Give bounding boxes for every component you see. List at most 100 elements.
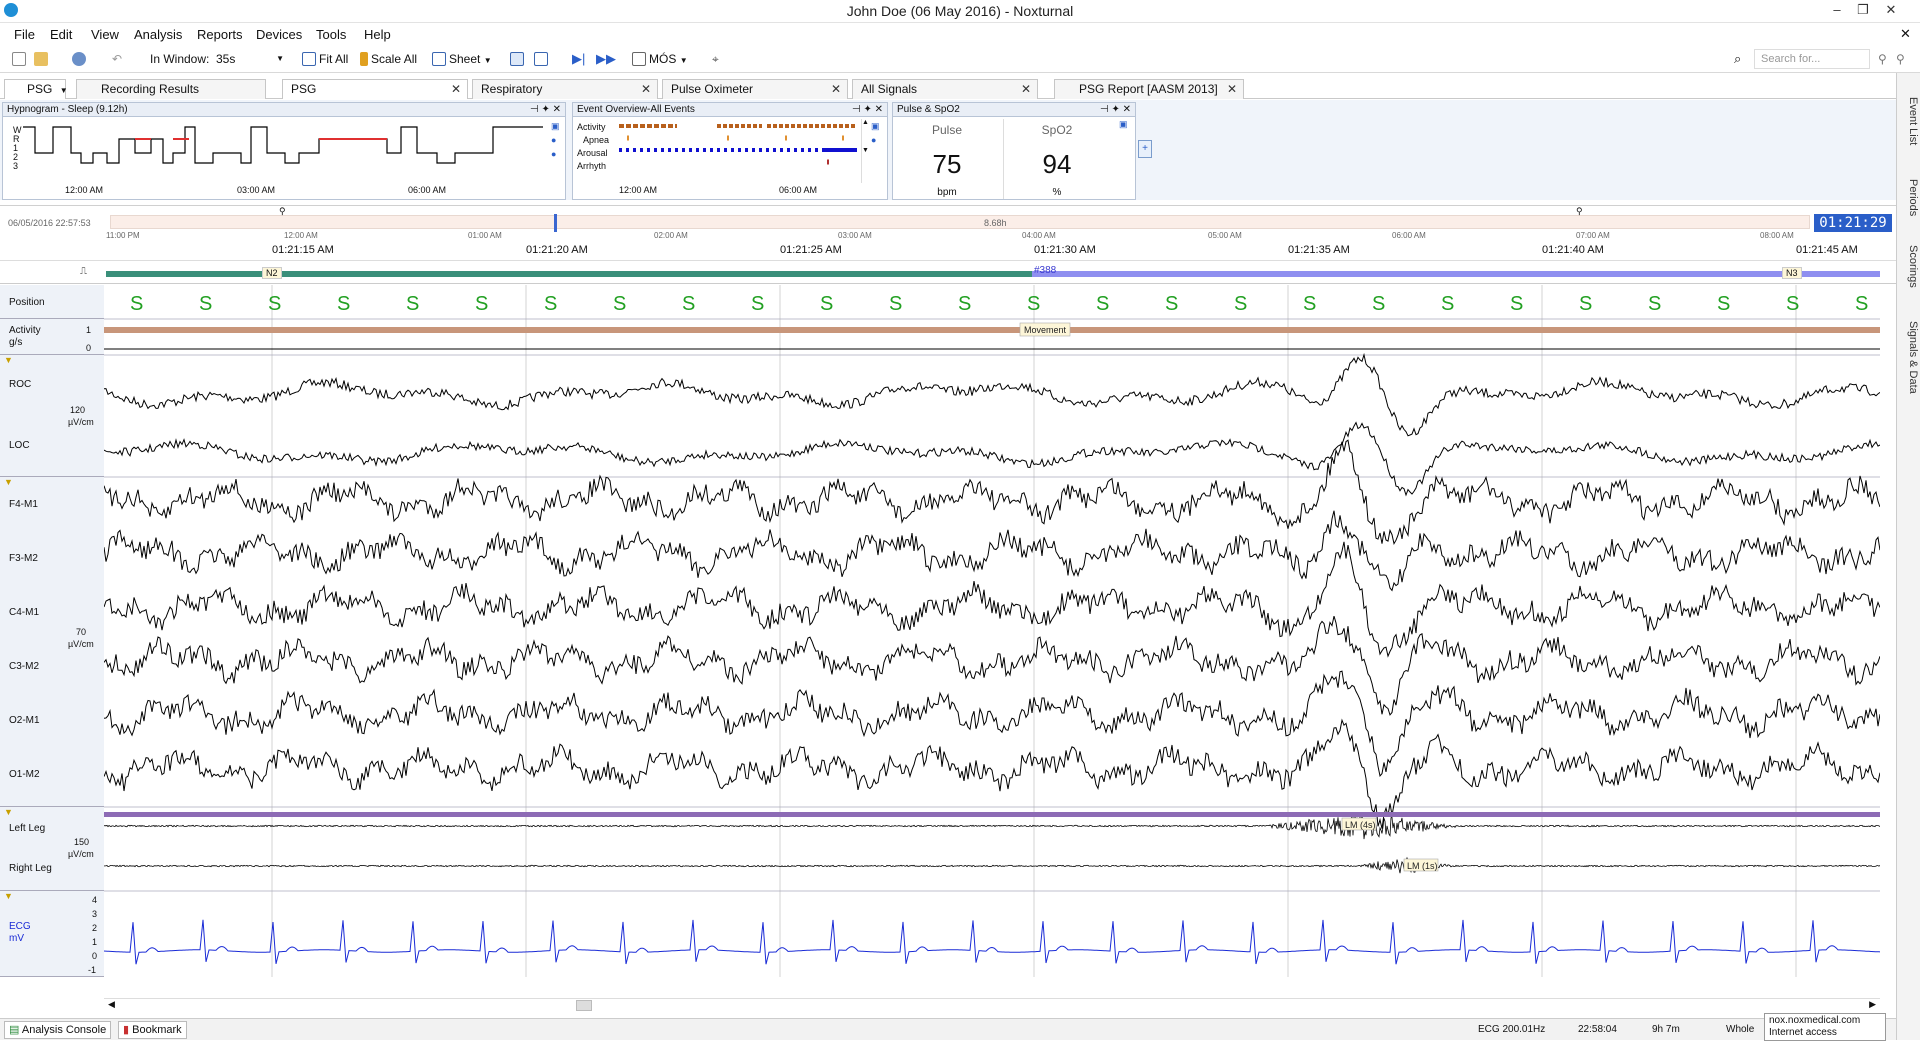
scale-all-button[interactable]: Scale All xyxy=(360,50,417,68)
menu-reports[interactable]: Reports xyxy=(197,27,243,42)
pointer-icon[interactable]: ⌖ xyxy=(712,50,719,68)
eeg-scale: 70 xyxy=(76,627,87,637)
new-icon[interactable] xyxy=(12,50,29,68)
event-list-tab[interactable]: Event List xyxy=(1899,79,1919,155)
position-marker: S xyxy=(1096,293,1109,315)
timeline-window-marker[interactable] xyxy=(554,214,557,232)
close-icon[interactable]: ✕ xyxy=(451,80,461,98)
time-label: 01:21:45 AM xyxy=(1796,244,1858,256)
position-marker: S xyxy=(1027,293,1040,315)
scroll-left-icon[interactable]: ◀ xyxy=(108,999,115,1010)
menu-file[interactable]: File xyxy=(14,27,35,42)
hypnogram-chart[interactable] xyxy=(23,123,543,179)
status-whole[interactable]: Whole xyxy=(1726,1024,1754,1035)
layout-horizontal-icon[interactable] xyxy=(534,50,551,68)
pulse-side-tools[interactable]: ▣ xyxy=(1119,119,1133,130)
tab-respiratory[interactable]: Respiratory ✕ xyxy=(472,79,658,99)
close-button[interactable]: ✕ xyxy=(1880,2,1902,20)
leg-channel-label: Right Leg xyxy=(9,863,52,874)
tab-all-signals[interactable]: All Signals ✕ xyxy=(852,79,1038,99)
mos-button[interactable]: MÓS ▼ xyxy=(632,50,688,68)
fast-forward-icon[interactable]: ▶▶ xyxy=(596,50,616,68)
eeg-trace xyxy=(104,439,1880,545)
menu-help[interactable]: Help xyxy=(364,27,391,42)
sheet-button[interactable]: Sheet ▼ xyxy=(432,50,492,68)
eeg-group: ▼ F4-M1 F3-M2 C4-M1 C3-M2 O2-M1 O1-M2 70… xyxy=(0,477,104,807)
patient-icon[interactable] xyxy=(72,50,89,68)
psg-selector[interactable]: PSG ▼ xyxy=(4,79,68,99)
menu-tools[interactable]: Tools xyxy=(316,27,346,42)
close-icon[interactable]: ✕ xyxy=(641,80,651,98)
recording-start: 06/05/2016 22:57:53 xyxy=(8,218,91,228)
channel-labels: Position Activity g/s 1 0 ▼ ROC LOC 120 … xyxy=(0,285,104,977)
scale-all-icon xyxy=(360,52,368,66)
menu-edit[interactable]: Edit xyxy=(50,27,72,42)
close-icon[interactable]: ✕ xyxy=(1021,80,1031,98)
sleep-stage-bar[interactable]: ⎍ N2 #388 N3 xyxy=(0,262,1896,284)
nav-tick: 06:00 AM xyxy=(1392,231,1426,240)
scorings-tab[interactable]: Scorings xyxy=(1899,227,1919,297)
scroll-right-icon[interactable]: ▶ xyxy=(1869,999,1876,1010)
tab-recording-results[interactable]: Recording Results xyxy=(76,79,266,99)
tab-label: PSG xyxy=(291,82,317,96)
sheet-label: Sheet xyxy=(449,52,481,66)
menu-view[interactable]: View xyxy=(91,27,119,42)
filter-icon[interactable]: ▼ xyxy=(4,807,13,817)
close-icon[interactable]: ⊣ ✦ ✕ xyxy=(1100,103,1131,116)
nav-tick: 08:00 AM xyxy=(1760,231,1794,240)
in-window-select[interactable]: 35s ▼ xyxy=(216,50,284,68)
tab-label: All Signals xyxy=(861,82,918,96)
event-scrollbar[interactable]: ▲ ▼ xyxy=(861,119,869,183)
open-folder-icon[interactable] xyxy=(34,50,51,68)
binoculars-next-icon[interactable]: ⚲ xyxy=(1896,50,1905,68)
position-marker: S xyxy=(958,293,971,315)
add-panel-button[interactable]: + xyxy=(1138,140,1152,158)
close-icon[interactable]: ✕ xyxy=(1227,80,1237,98)
filter-icon[interactable]: ▼ xyxy=(4,355,13,365)
tab-label: Respiratory xyxy=(481,82,543,96)
close-icon[interactable]: ⊣ ✦ ✕ xyxy=(530,103,561,116)
timeline-pin-icon: ⚲ xyxy=(279,206,286,216)
activity-scale-top: 1 xyxy=(86,325,92,335)
periods-tab[interactable]: Periods xyxy=(1899,161,1919,221)
position-marker: S xyxy=(1441,293,1454,315)
signal-plot[interactable]: S S S S S S S S S S S S S S S S S S S S S S S S S S Movement LM (… xyxy=(104,285,1880,977)
event-overview-chart[interactable] xyxy=(617,119,865,175)
hypnogram-title: Hypnogram - Sleep (9.12h) xyxy=(7,104,128,115)
tab-pulse-oximeter[interactable]: Pulse Oximeter ✕ xyxy=(662,79,848,99)
pulse-spo2-title: Pulse & SpO2 xyxy=(897,104,960,115)
layout-vertical-icon[interactable] xyxy=(510,50,527,68)
position-marker: S xyxy=(1648,293,1661,315)
filter-icon[interactable]: ▼ xyxy=(4,891,13,901)
signals-data-tab[interactable]: Signals & Data xyxy=(1899,303,1919,403)
close-icon[interactable]: ⊣ ✦ ✕ xyxy=(852,103,883,116)
play-icon[interactable]: ▶| xyxy=(572,50,585,68)
fit-all-label: Fit All xyxy=(319,52,349,66)
hypnogram-time: 03:00 AM xyxy=(237,185,276,195)
eeg-trace xyxy=(104,615,1880,716)
filter-icon[interactable]: ▼ xyxy=(4,477,13,487)
binoculars-icon[interactable]: ⚲ xyxy=(1878,50,1887,68)
close-document-icon[interactable]: ✕ xyxy=(1900,26,1911,42)
menu-analysis[interactable]: Analysis xyxy=(134,27,182,42)
timeline-track[interactable] xyxy=(110,215,1810,229)
analysis-console-button[interactable]: ▤ Analysis Console xyxy=(4,1021,112,1039)
menu-devices[interactable]: Devices xyxy=(256,27,302,42)
horizontal-scrollbar[interactable]: ◀ ▶ xyxy=(104,998,1880,1012)
left-leg-event-label: LM (4s) xyxy=(1345,820,1376,830)
close-icon[interactable]: ✕ xyxy=(831,80,841,98)
recording-navigation-bar[interactable]: 06/05/2016 22:57:53 8.68h ⚲ ⚲ 01:21:29 1… xyxy=(0,205,1896,240)
tab-psg[interactable]: PSG ✕ xyxy=(282,79,468,99)
scroll-thumb[interactable] xyxy=(576,1000,592,1011)
restore-button[interactable]: ❐ xyxy=(1852,2,1874,20)
nav-tick: 07:00 AM xyxy=(1576,231,1610,240)
tab-psg-report[interactable]: PSG Report [AASM 2013] ✕ xyxy=(1054,79,1244,99)
fit-all-button[interactable]: Fit All xyxy=(302,50,348,68)
minimize-button[interactable]: – xyxy=(1826,2,1848,20)
hypnogram-side-tools[interactable]: ▣ ● ● xyxy=(551,119,565,161)
bookmark-button[interactable]: ▮ Bookmark xyxy=(118,1021,187,1039)
event-time: 12:00 AM xyxy=(619,185,658,195)
search-input[interactable]: Search for... xyxy=(1754,49,1870,69)
undo-icon[interactable]: ↶ xyxy=(112,50,122,68)
event-side-tools[interactable]: ▣ ● xyxy=(871,119,885,147)
